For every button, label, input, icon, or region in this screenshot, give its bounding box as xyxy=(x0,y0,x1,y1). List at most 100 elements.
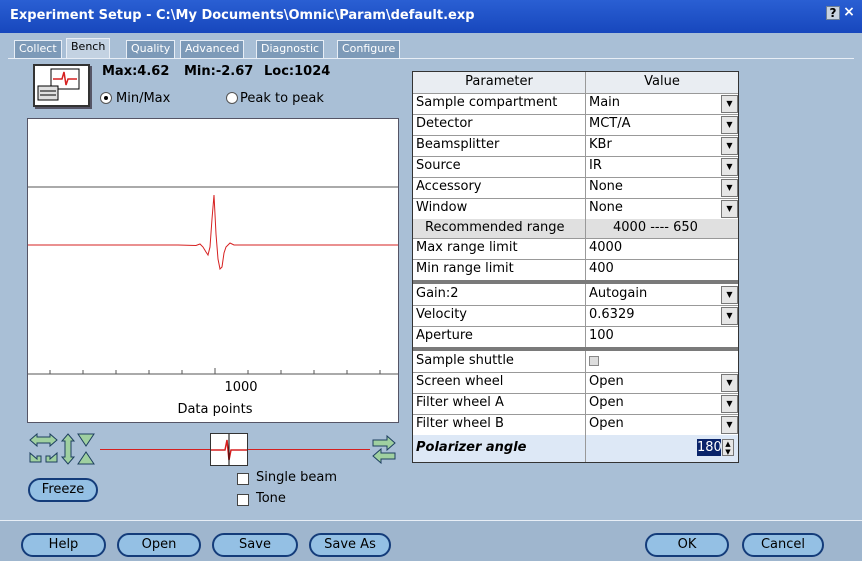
param-value[interactable]: Open xyxy=(589,416,624,431)
peak-to-peak-radio-label[interactable]: Peak to peak xyxy=(240,91,324,106)
save-as-button[interactable]: Save As xyxy=(309,533,391,557)
table-row[interactable]: Gain:2 Autogain ▼ xyxy=(413,284,738,306)
table-row[interactable]: Velocity 0.6329 ▼ xyxy=(413,305,738,327)
overview-window[interactable] xyxy=(210,433,248,466)
param-value[interactable]: None xyxy=(589,200,623,215)
tab-advanced[interactable]: Advanced xyxy=(180,40,245,58)
tone-label[interactable]: Tone xyxy=(256,491,286,506)
polarizer-angle-row[interactable]: Polarizer angle 180 ▲ ▼ xyxy=(413,435,738,462)
chevron-down-icon[interactable]: ▼ xyxy=(721,307,738,325)
help-button[interactable]: Help xyxy=(21,533,106,557)
param-value: 4000 ---- 650 xyxy=(613,220,698,235)
single-beam-label[interactable]: Single beam xyxy=(256,470,337,485)
param-name: Recommended range xyxy=(425,220,565,235)
param-name: Screen wheel xyxy=(416,374,504,389)
compress-horizontal-icon xyxy=(29,451,58,463)
tab-diagnostic[interactable]: Diagnostic xyxy=(256,40,325,58)
polarizer-angle-input[interactable]: 180 xyxy=(697,439,722,456)
ok-button[interactable]: OK xyxy=(645,533,729,557)
param-name: Polarizer angle xyxy=(416,440,527,455)
table-row[interactable]: Window None ▼ xyxy=(413,198,738,220)
param-value[interactable]: IR xyxy=(589,158,602,173)
save-button[interactable]: Save xyxy=(212,533,298,557)
header-parameter: Parameter xyxy=(465,74,533,89)
freeze-button[interactable]: Freeze xyxy=(28,478,98,502)
recommended-range-row: Recommended range 4000 ---- 650 xyxy=(413,219,738,239)
param-value[interactable]: 400 xyxy=(589,261,614,276)
chevron-down-icon[interactable]: ▼ xyxy=(721,179,738,197)
tab-configure[interactable]: Configure xyxy=(337,40,401,58)
expand-vertical-icon xyxy=(60,433,76,465)
x-axis-ticks xyxy=(49,368,381,374)
chevron-down-icon[interactable]: ▼ xyxy=(721,116,738,134)
param-name: Max range limit xyxy=(416,240,518,255)
signal-max: Max:4.62 xyxy=(102,64,170,79)
param-name: Filter wheel A xyxy=(416,395,504,410)
parameter-table: Parameter Value Sample compartment Main ▼ … xyxy=(412,71,739,463)
param-name: Sample shuttle xyxy=(416,353,514,368)
table-row[interactable]: Sample compartment Main ▼ xyxy=(413,93,738,115)
tab-bench[interactable]: Bench xyxy=(66,38,111,59)
chevron-down-icon[interactable]: ▼ xyxy=(721,395,738,413)
table-row[interactable]: Filter wheel B Open ▼ xyxy=(413,414,738,436)
compress-vertical-icon xyxy=(77,433,95,465)
cancel-button[interactable]: Cancel xyxy=(742,533,824,557)
param-name: Velocity xyxy=(416,307,467,322)
param-value[interactable]: Open xyxy=(589,395,624,410)
param-name: Detector xyxy=(416,116,473,131)
table-row[interactable]: Max range limit 4000 xyxy=(413,238,738,260)
table-header: Parameter Value xyxy=(413,72,738,94)
chevron-down-icon[interactable]: ▼ xyxy=(721,137,738,155)
table-row[interactable]: Source IR ▼ xyxy=(413,156,738,178)
param-name: Source xyxy=(416,158,461,173)
param-value[interactable]: Main xyxy=(589,95,620,110)
scroll-arrows-icon[interactable] xyxy=(369,434,399,465)
signal-loc: Loc:1024 xyxy=(264,64,331,79)
x-axis-label: Data points xyxy=(177,402,253,417)
chevron-down-icon[interactable]: ▼ xyxy=(721,200,738,218)
tone-checkbox[interactable] xyxy=(237,494,249,506)
x-tick-label: 1000 xyxy=(224,380,258,395)
chevron-down-icon[interactable]: ▼ xyxy=(721,158,738,176)
param-name: Accessory xyxy=(416,179,482,194)
tab-collect[interactable]: Collect xyxy=(14,40,62,58)
param-value[interactable]: 100 xyxy=(589,328,614,343)
single-beam-checkbox[interactable] xyxy=(237,473,249,485)
table-row[interactable]: Sample shuttle xyxy=(413,351,738,373)
zoom-controls xyxy=(28,432,98,466)
table-row[interactable]: Beamsplitter KBr ▼ xyxy=(413,135,738,157)
close-icon[interactable]: × xyxy=(842,5,856,20)
param-value[interactable]: Open xyxy=(589,374,624,389)
param-value[interactable]: None xyxy=(589,179,623,194)
peak-to-peak-radio[interactable] xyxy=(226,92,238,104)
param-name: Beamsplitter xyxy=(416,137,500,152)
chevron-down-icon[interactable]: ▼ xyxy=(721,416,738,434)
help-icon[interactable]: ? xyxy=(826,6,840,20)
param-name: Min range limit xyxy=(416,261,514,276)
param-value[interactable]: KBr xyxy=(589,137,612,152)
open-button[interactable]: Open xyxy=(117,533,201,557)
table-row[interactable]: Aperture 100 xyxy=(413,326,738,348)
param-value[interactable]: MCT/A xyxy=(589,116,631,131)
table-row[interactable]: Screen wheel Open ▼ xyxy=(413,372,738,394)
sample-shuttle-checkbox[interactable] xyxy=(589,356,599,366)
bench-signal-icon[interactable] xyxy=(33,64,90,107)
spinner-icon[interactable]: ▲ ▼ xyxy=(722,439,734,456)
minmax-radio-label[interactable]: Min/Max xyxy=(116,91,170,106)
chevron-down-icon[interactable]: ▼ xyxy=(721,286,738,304)
param-value[interactable]: 0.6329 xyxy=(589,307,635,322)
window-title: Experiment Setup - C:\My Documents\Omnic… xyxy=(10,8,475,23)
expand-horizontal-icon xyxy=(29,432,58,448)
param-name: Filter wheel B xyxy=(416,416,504,431)
table-row[interactable]: Filter wheel A Open ▼ xyxy=(413,393,738,415)
minmax-radio[interactable] xyxy=(100,92,112,104)
param-value[interactable]: 4000 xyxy=(589,240,622,255)
chevron-down-icon[interactable]: ▼ xyxy=(721,374,738,392)
tab-quality[interactable]: Quality xyxy=(126,40,176,58)
table-row[interactable]: Accessory None ▼ xyxy=(413,177,738,199)
chevron-down-icon[interactable]: ▼ xyxy=(721,95,738,113)
table-row[interactable]: Min range limit 400 xyxy=(413,259,738,281)
param-value[interactable]: Autogain xyxy=(589,286,647,301)
signal-plot[interactable] xyxy=(27,118,399,423)
table-row[interactable]: Detector MCT/A ▼ xyxy=(413,114,738,136)
